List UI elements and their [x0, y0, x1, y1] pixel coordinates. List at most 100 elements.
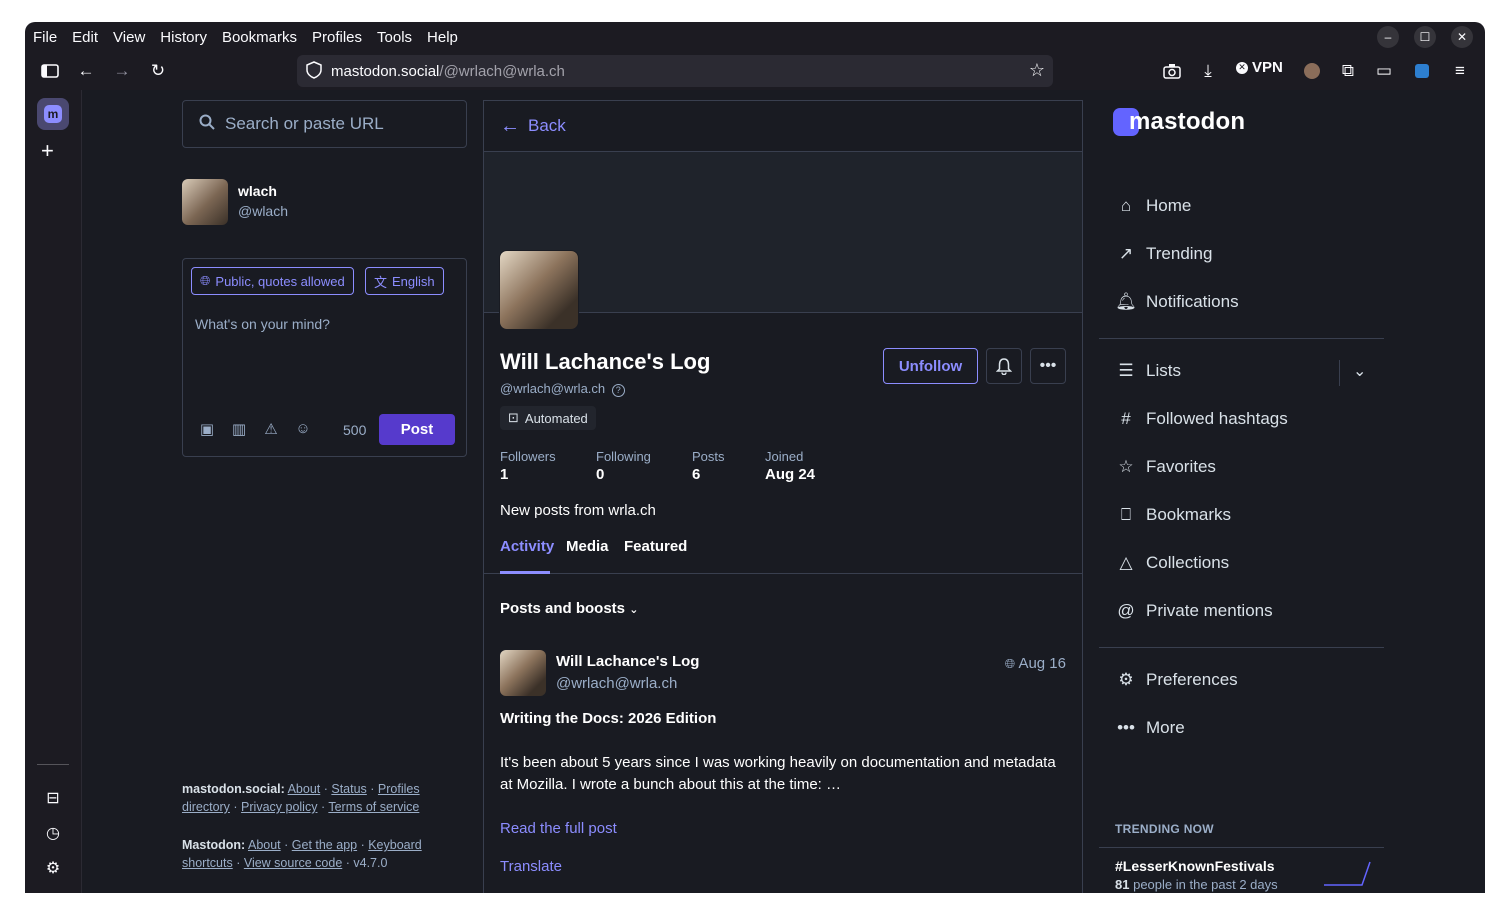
- nav-divider: [1099, 338, 1384, 339]
- profile-handle-text: @wrlach@wrla.ch: [500, 381, 606, 396]
- footer-version: v4.7.0: [353, 856, 388, 870]
- add-panel-icon[interactable]: +: [41, 138, 54, 164]
- nav-trending[interactable]: ↗ Trending: [1116, 244, 1213, 264]
- search-placeholder: Search or paste URL: [225, 114, 384, 133]
- nav-notifications[interactable]: 🔔︎ Notifications: [1115, 292, 1238, 312]
- nav-lists[interactable]: ☰ Lists: [1116, 361, 1181, 381]
- translate-icon: 文: [374, 274, 388, 290]
- gear-icon: ⚙: [1118, 670, 1134, 689]
- nav-collections[interactable]: △ Collections: [1116, 553, 1229, 573]
- nav-favorites[interactable]: ☆ Favorites: [1116, 457, 1216, 477]
- read-full-post-link[interactable]: Read the full post: [500, 820, 617, 837]
- profile-column: ← Back Will Lachance's Log @wrlach@wrla.…: [483, 100, 1083, 893]
- avatar[interactable]: [182, 179, 228, 225]
- bell-icon: 🔔︎: [1115, 292, 1137, 311]
- shield-icon: [306, 61, 322, 83]
- menu-view[interactable]: View: [113, 29, 145, 46]
- compose-textarea[interactable]: What's on your mind?: [195, 316, 330, 332]
- nav-home[interactable]: ⌂ Home: [1116, 196, 1192, 216]
- footer-get-app-link[interactable]: Get the app: [292, 838, 357, 852]
- footer-status-link[interactable]: Status: [331, 782, 366, 796]
- visibility-button[interactable]: 🌐︎ Public, quotes allowed: [191, 267, 354, 295]
- post-author-name[interactable]: Will Lachance's Log: [556, 653, 699, 670]
- menu-help[interactable]: Help: [427, 29, 458, 46]
- post-button[interactable]: Post: [379, 414, 455, 445]
- joined-stat: Joined Aug 24: [765, 449, 815, 483]
- footer-privacy-link[interactable]: Privacy policy: [241, 800, 317, 814]
- unfollow-button[interactable]: Unfollow: [883, 348, 978, 384]
- forward-arrow-icon[interactable]: →: [110, 59, 134, 83]
- mastodon-logo[interactable]: mastodon: [1113, 108, 1245, 136]
- automated-badge: ⊡ Automated: [500, 406, 596, 430]
- language-button[interactable]: 文 English: [365, 267, 444, 295]
- nav-private-mentions[interactable]: @ Private mentions: [1116, 601, 1272, 621]
- following-stat[interactable]: Following 0: [596, 449, 651, 483]
- bookmark-icon: ⎕: [1120, 505, 1132, 524]
- shapes-icon: △: [1119, 553, 1133, 572]
- current-user[interactable]: wlach @wlach: [182, 179, 288, 225]
- maximize-icon[interactable]: ☐: [1414, 26, 1436, 48]
- extensions-icon[interactable]: ⧉: [1336, 59, 1360, 83]
- emoji-icon[interactable]: ☺: [293, 420, 313, 440]
- back-button[interactable]: ← Back: [484, 101, 1082, 152]
- menu-edit[interactable]: Edit: [72, 29, 98, 46]
- download-icon[interactable]: ⤓: [1196, 59, 1220, 83]
- menu-history[interactable]: History: [160, 29, 207, 46]
- minimize-icon[interactable]: –: [1377, 26, 1399, 48]
- trending-hashtag[interactable]: #LesserKnownFestivals 81 people in the p…: [1115, 858, 1278, 892]
- profile-avatar-icon[interactable]: [1300, 59, 1324, 83]
- menu-profiles[interactable]: Profiles: [312, 29, 362, 46]
- back-arrow-icon: ←: [500, 114, 520, 137]
- following-count: 0: [596, 466, 605, 483]
- post-date[interactable]: 🌐︎ Aug 16: [1005, 655, 1066, 672]
- chevron-down-icon[interactable]: ⌄: [1353, 361, 1366, 381]
- nav-lists-label: Lists: [1146, 361, 1181, 380]
- url-bar[interactable]: mastodon.social/@wrlach@wrla.ch ☆: [297, 55, 1053, 87]
- reload-icon[interactable]: ↻: [146, 59, 170, 83]
- warning-icon[interactable]: ⚠: [261, 420, 281, 440]
- footer-terms-link[interactable]: Terms of service: [328, 800, 419, 814]
- reader-view-icon[interactable]: ▭: [1372, 59, 1396, 83]
- profile-tabs: Activity Media Featured: [484, 526, 1082, 574]
- footer-mastodon-about-link[interactable]: About: [248, 838, 281, 852]
- footer-server-links: mastodon.social: About · Status · Profil…: [182, 782, 420, 814]
- vpn-button[interactable]: ✕ VPN: [1236, 59, 1283, 76]
- history-clock-icon[interactable]: ◷: [43, 823, 63, 843]
- extension-app-icon[interactable]: [1410, 59, 1434, 83]
- close-icon[interactable]: ✕: [1451, 26, 1473, 48]
- followers-count: 1: [500, 466, 509, 483]
- poll-icon[interactable]: ▥: [229, 420, 249, 440]
- nav-followed-hashtags[interactable]: # Followed hashtags: [1116, 409, 1288, 429]
- profile-avatar[interactable]: [499, 250, 579, 330]
- footer-source-link[interactable]: View source code: [244, 856, 342, 870]
- posts-stat[interactable]: Posts 6: [692, 449, 725, 483]
- nav-bookmarks[interactable]: ⎕ Bookmarks: [1116, 505, 1231, 525]
- menu-tools[interactable]: Tools: [377, 29, 412, 46]
- nav-preferences[interactable]: ⚙ Preferences: [1116, 670, 1237, 690]
- tab-media[interactable]: Media: [566, 538, 609, 555]
- followers-stat[interactable]: Followers 1: [500, 449, 556, 483]
- back-arrow-icon[interactable]: ←: [74, 59, 98, 83]
- notify-bell-icon[interactable]: [986, 348, 1022, 384]
- media-icon[interactable]: ▣: [197, 420, 217, 440]
- help-icon[interactable]: ?: [611, 384, 625, 397]
- translate-link[interactable]: Translate: [500, 858, 562, 875]
- more-options-icon[interactable]: •••: [1030, 348, 1066, 384]
- sidebar-settings-icon[interactable]: ⚙: [43, 858, 63, 878]
- sidebar-toggle-icon[interactable]: [38, 59, 62, 83]
- mastodon-app-icon[interactable]: m: [37, 98, 69, 130]
- post-author-avatar[interactable]: [500, 650, 546, 696]
- synced-tabs-icon[interactable]: ⊟: [43, 788, 63, 808]
- menu-file[interactable]: File: [33, 29, 57, 46]
- nav-more[interactable]: ••• More: [1116, 718, 1185, 738]
- search-input[interactable]: Search or paste URL: [182, 100, 467, 148]
- screenshot-icon[interactable]: [1160, 59, 1184, 83]
- tab-featured[interactable]: Featured: [624, 538, 687, 555]
- tab-activity[interactable]: Activity: [500, 538, 554, 555]
- posts-filter-dropdown[interactable]: Posts and boosts ⌄: [500, 600, 638, 617]
- search-icon: [199, 114, 215, 135]
- menu-bookmarks[interactable]: Bookmarks: [222, 29, 297, 46]
- footer-about-link[interactable]: About: [288, 782, 321, 796]
- bookmark-star-icon[interactable]: ☆: [1029, 60, 1045, 81]
- hamburger-menu-icon[interactable]: ≡: [1448, 59, 1472, 83]
